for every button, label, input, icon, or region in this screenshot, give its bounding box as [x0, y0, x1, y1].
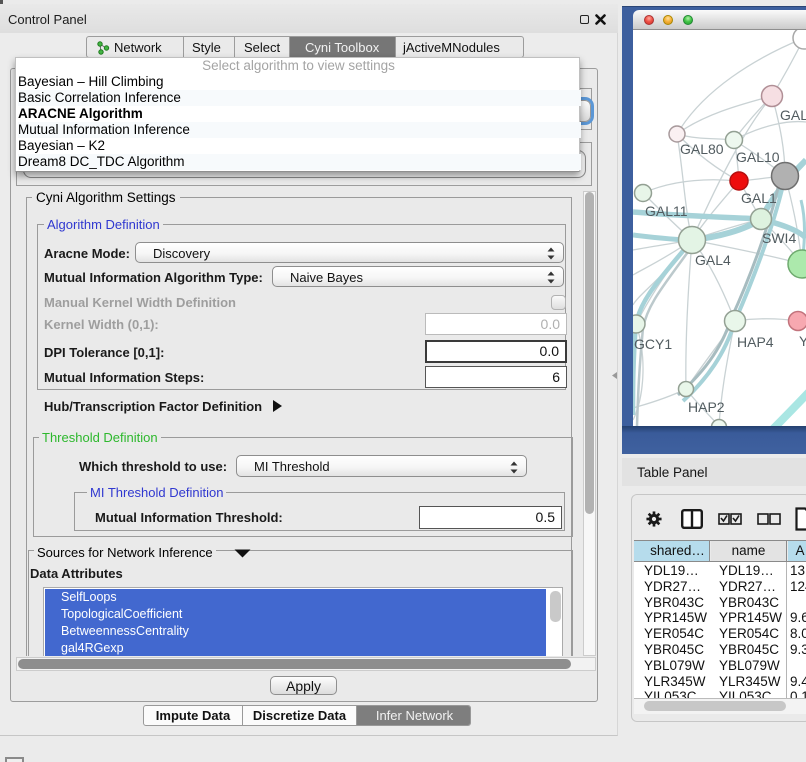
svg-text:GAL11: GAL11 — [645, 203, 688, 219]
svg-text:HAP4: HAP4 — [737, 334, 774, 350]
svg-text:GAL7: GAL7 — [780, 107, 806, 123]
svg-text:SWI4: SWI4 — [762, 230, 796, 246]
svg-text:GAL10: GAL10 — [736, 149, 780, 165]
svg-text:GAL4: GAL4 — [695, 252, 731, 268]
svg-text:GAL1: GAL1 — [741, 190, 777, 206]
svg-text:HAP2: HAP2 — [688, 399, 725, 415]
svg-text:GAL80: GAL80 — [680, 141, 724, 157]
svg-text:YJ: YJ — [799, 333, 806, 349]
svg-text:GCY1: GCY1 — [634, 336, 672, 352]
